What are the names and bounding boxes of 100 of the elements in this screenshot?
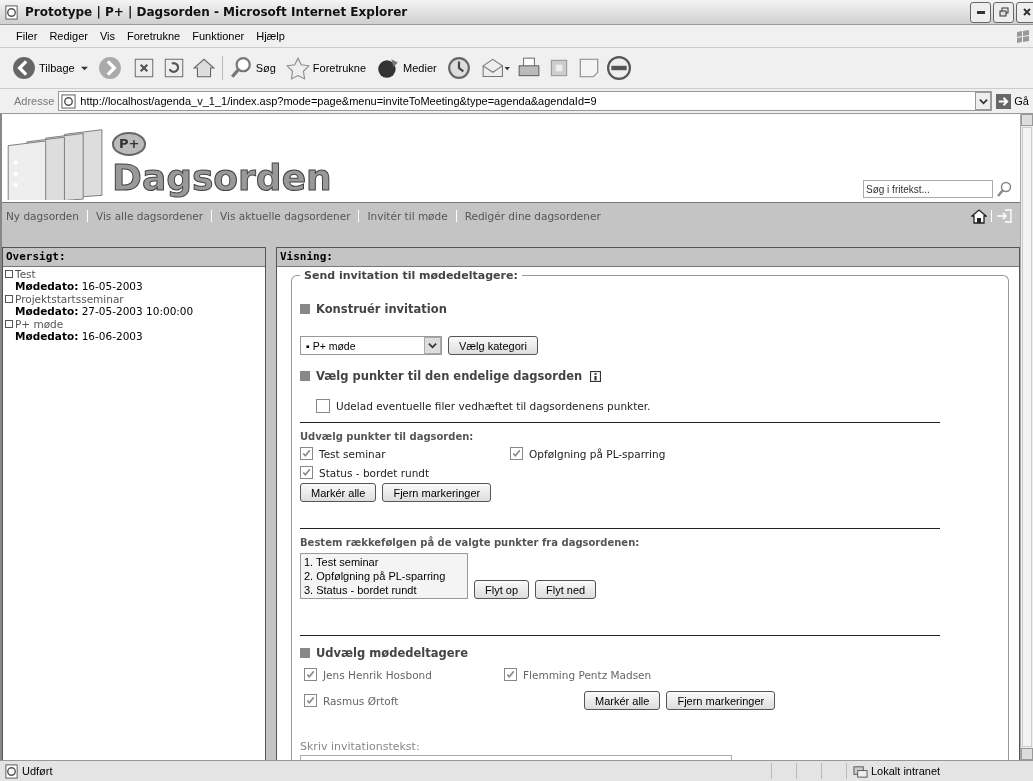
restore-icon — [998, 7, 1009, 17]
menu-item[interactable]: Hjælp — [250, 30, 291, 42]
checkbox-label: Udelad eventuelle filer vedhæftet til dagsordenens punkter. — [336, 400, 651, 412]
order-label: Bestem rækkefølgen på de valgte punkter fra dagsordenen: — [300, 537, 641, 548]
square-icon — [5, 295, 13, 303]
list-item[interactable]: 3. Status - bordet rundt — [304, 583, 464, 597]
info-icon[interactable] — [590, 370, 602, 382]
page-icon — [4, 763, 19, 779]
checkbox-label: Flemming Pentz Madsen — [523, 668, 652, 681]
page-icon — [61, 93, 77, 109]
form-button[interactable]: Fjern markeringer — [382, 483, 492, 502]
address-label: Adresse — [14, 95, 55, 107]
caret-icon — [428, 341, 437, 350]
windows-logo-icon — [1015, 28, 1031, 44]
square-bullet-icon — [300, 371, 310, 381]
menu-item[interactable]: Vis — [93, 30, 121, 42]
media-icon — [376, 56, 401, 80]
checkbox-label: Opfølgning på PL-sparring — [529, 447, 666, 460]
checkbox[interactable] — [304, 694, 317, 707]
nav-link[interactable]: Vis aktuelle dagsordener — [220, 210, 351, 222]
checkbox[interactable] — [300, 466, 313, 479]
close-button[interactable] — [1016, 1, 1033, 23]
window-title: Prototype | P+ | Dagsorden - Microsoft Internet Explorer — [25, 5, 409, 19]
points-label: Udvælg punkter til dagsorden: — [300, 431, 475, 442]
close-icon — [1021, 7, 1032, 17]
section-heading: Udvælg mødedeltagere — [316, 646, 468, 660]
menu-item[interactable]: Rediger — [43, 30, 94, 42]
textarea-label: Skriv invitationstekst: — [300, 740, 421, 753]
order-listbox[interactable]: 1. Test seminar 2. Opfølgning på PL-sparring 3. Status - bordet rundt — [300, 553, 468, 599]
nav-link[interactable]: Ny dagsorden — [6, 210, 79, 222]
zone-text: Lokalt intranet — [871, 765, 941, 777]
panel-header: Oversigt: — [3, 248, 265, 267]
agenda-link[interactable]: Test — [15, 268, 36, 280]
restore-button[interactable] — [993, 1, 1014, 23]
section-heading: Konstruér invitation — [316, 302, 447, 316]
mail-button[interactable] — [480, 56, 511, 80]
logo-text: Dagsorden — [112, 156, 333, 200]
home-button[interactable] — [191, 56, 216, 80]
agenda-link[interactable]: P+ møde — [15, 318, 64, 330]
scrollbar[interactable] — [1020, 114, 1033, 760]
menu-item[interactable]: Foretrukne — [121, 30, 187, 42]
agenda-link[interactable]: Projektstartsseminar — [15, 293, 124, 305]
arrow-icon — [996, 93, 1012, 109]
caret-icon — [978, 96, 988, 106]
date-value: 27-05-2003 10:00:00 — [81, 305, 194, 317]
date-label: Mødedato: — [15, 305, 79, 317]
home-icon[interactable] — [971, 208, 987, 224]
panel-header: Visning: — [277, 248, 1019, 267]
logo-badge: P+ — [112, 132, 147, 156]
move-button[interactable]: Flyt op — [474, 580, 529, 599]
dropdown-button[interactable] — [975, 92, 992, 110]
checkbox[interactable] — [300, 447, 313, 460]
checkbox-label: Jens Henrik Hosbond — [323, 668, 432, 681]
section-heading: Vælg punkter til den endelige dagsorden — [316, 369, 583, 383]
page-icon — [4, 4, 19, 20]
nav-link[interactable]: Vis alle dagsordener — [96, 210, 204, 222]
media-button[interactable]: Medier — [376, 56, 437, 80]
star-icon — [285, 56, 310, 80]
history-button[interactable] — [446, 56, 471, 80]
date-label: Mødedato: — [15, 280, 79, 292]
checkbox[interactable] — [510, 447, 523, 460]
form-button[interactable]: Markér alle — [300, 483, 377, 502]
favorites-button[interactable]: Foretrukne — [285, 56, 367, 80]
checkbox-label: Status - bordet rundt — [319, 466, 430, 479]
square-bullet-icon — [300, 304, 310, 314]
nav-link[interactable]: Invitér til møde — [367, 210, 448, 222]
forward-button[interactable] — [97, 56, 122, 80]
category-dropdown[interactable]: ▪ P+ møde — [300, 336, 442, 355]
minimize-button[interactable] — [970, 1, 991, 23]
form-button[interactable]: Markér alle — [584, 691, 661, 710]
menu-item[interactable]: Funktioner — [186, 30, 251, 42]
magnifier-icon — [228, 56, 253, 80]
choose-category-button[interactable]: Vælg kategori — [448, 336, 538, 355]
search-button[interactable]: Søg — [221, 56, 276, 80]
nav-link[interactable]: Redigér dine dagsordener — [464, 210, 601, 222]
go-button[interactable]: Gå — [996, 93, 1029, 109]
minimize-icon — [976, 10, 985, 14]
checkbox[interactable] — [504, 668, 517, 681]
address-field[interactable]: http://localhost/agenda_v_1_1/index.asp?mode=page&menu=inviteToMeeting&type=agenda&agendaId=9 — [58, 91, 993, 111]
checkbox-label: Test seminar — [319, 447, 386, 460]
date-value: 16-06-2003 — [81, 330, 143, 342]
list-item[interactable]: 2. Opfølgning på PL-sparring — [304, 569, 464, 583]
date-label: Mødedato: — [15, 330, 79, 342]
square-icon — [5, 270, 13, 278]
search-icon[interactable] — [996, 181, 1012, 197]
checkbox[interactable] — [316, 399, 330, 413]
square-icon — [5, 320, 13, 328]
search-field[interactable]: Søg i fritekst... — [863, 180, 993, 198]
checkbox-label: Rasmus Ørtoft — [323, 694, 399, 707]
messenger-button[interactable] — [606, 56, 631, 80]
group-legend: Send invitation til mødedeltagere: — [300, 269, 522, 282]
move-button[interactable]: Flyt ned — [535, 580, 597, 599]
list-item[interactable]: 1. Test seminar — [304, 555, 464, 569]
date-value: 16-05-2003 — [81, 280, 143, 292]
checkbox[interactable] — [304, 668, 317, 681]
menu-item[interactable]: Filer — [10, 30, 44, 42]
form-button[interactable]: Fjern markeringer — [666, 691, 776, 710]
status-text: Udført — [22, 765, 53, 777]
square-bullet-icon — [300, 648, 310, 658]
back-button[interactable]: Tilbage — [12, 56, 88, 80]
